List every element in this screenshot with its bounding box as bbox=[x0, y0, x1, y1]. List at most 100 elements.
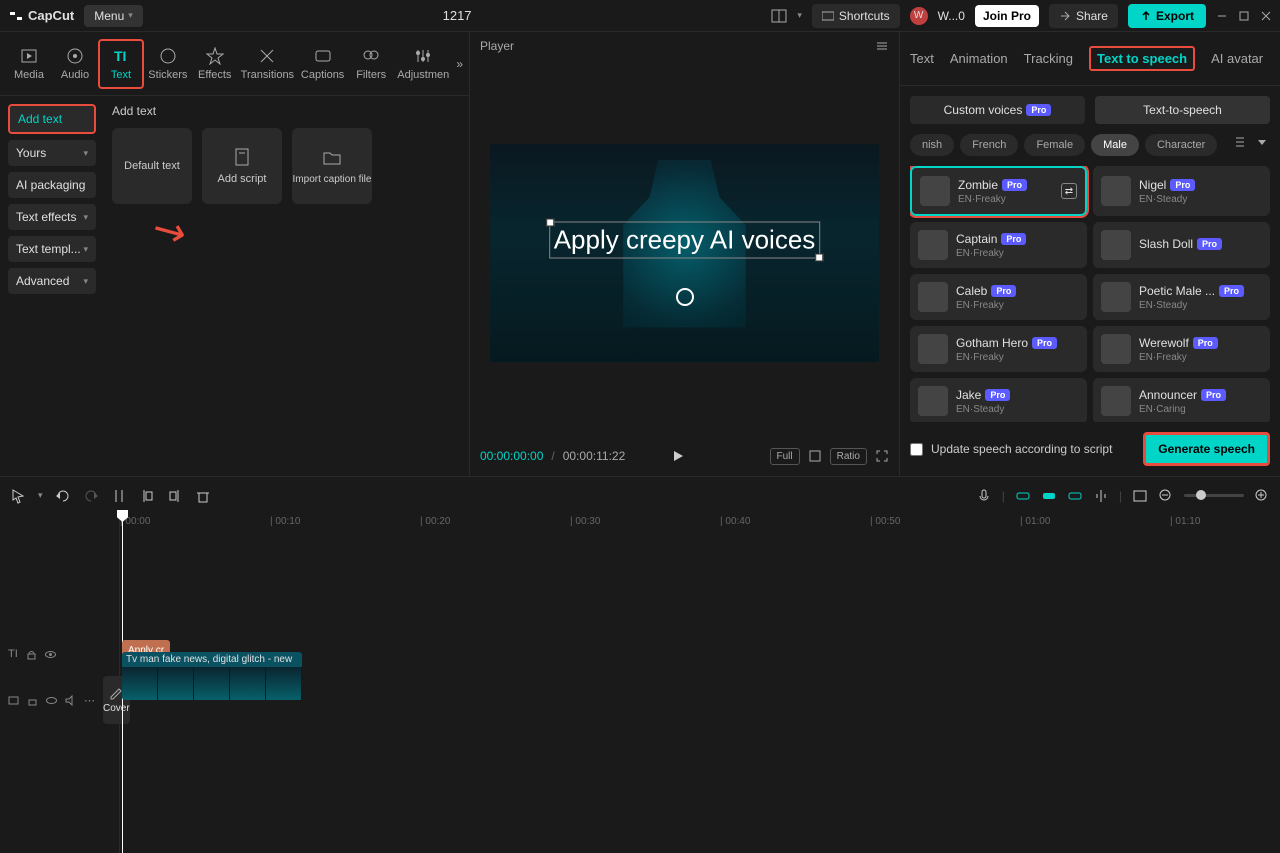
lock-icon[interactable] bbox=[27, 695, 38, 706]
tool-media[interactable]: Media bbox=[6, 41, 52, 87]
menu-button[interactable]: Menu▾ bbox=[84, 5, 143, 27]
video-preview[interactable]: Apply creepy AI voices bbox=[490, 144, 879, 363]
tab-tracking[interactable]: Tracking bbox=[1024, 51, 1073, 66]
text-overlay[interactable]: Apply creepy AI voices bbox=[549, 221, 821, 258]
timeline-ruler[interactable]: | 00:00| 00:10| 00:20| 00:30| 00:40| 00:… bbox=[120, 514, 1280, 534]
tool-filters[interactable]: Filters bbox=[348, 41, 394, 87]
ratio-button[interactable]: Ratio bbox=[830, 448, 867, 465]
voice-card-gothamhero[interactable]: Gotham HeroProEN·Freaky bbox=[910, 326, 1087, 372]
subtab-custom-voices[interactable]: Custom voicesPro bbox=[910, 96, 1085, 124]
fullscreen-icon[interactable] bbox=[875, 449, 889, 463]
zoom-out-icon[interactable] bbox=[1158, 488, 1174, 504]
player-menu-icon[interactable] bbox=[875, 39, 889, 53]
voice-avatar bbox=[1101, 386, 1131, 416]
user-avatar[interactable]: W bbox=[910, 7, 928, 25]
right-panel: Text Animation Tracking Text to speech A… bbox=[900, 32, 1280, 476]
join-pro-button[interactable]: Join Pro bbox=[975, 5, 1039, 27]
track-more-icon[interactable]: ⋯ bbox=[84, 694, 95, 707]
magnet-1-icon[interactable] bbox=[1015, 488, 1031, 504]
subtab-tts[interactable]: Text-to-speech bbox=[1095, 96, 1270, 124]
sidebar-text-effects[interactable]: Text effects▾ bbox=[8, 204, 96, 230]
share-button[interactable]: Share bbox=[1049, 4, 1118, 28]
trim-left-icon[interactable] bbox=[139, 488, 155, 504]
tab-text-to-speech[interactable]: Text to speech bbox=[1089, 46, 1195, 71]
voice-card-nigel[interactable]: NigelProEN·Steady bbox=[1093, 166, 1270, 216]
sidebar-advanced[interactable]: Advanced▾ bbox=[8, 268, 96, 294]
eye-icon[interactable] bbox=[46, 695, 57, 706]
redo-icon[interactable] bbox=[83, 488, 99, 504]
tool-text[interactable]: TIText bbox=[98, 39, 144, 89]
video-track-controls: ⋯ bbox=[8, 688, 95, 712]
voice-settings-icon[interactable]: ⇄ bbox=[1061, 183, 1077, 199]
shortcuts-button[interactable]: Shortcuts bbox=[812, 4, 900, 28]
filter-male[interactable]: Male bbox=[1091, 134, 1139, 156]
trim-right-icon[interactable] bbox=[167, 488, 183, 504]
toolbar-more-icon[interactable]: » bbox=[456, 57, 463, 71]
lock-icon[interactable] bbox=[26, 649, 37, 660]
preview-icon[interactable] bbox=[1132, 488, 1148, 504]
logo: CapCut bbox=[8, 8, 74, 24]
undo-icon[interactable] bbox=[55, 488, 71, 504]
filter-settings-icon[interactable] bbox=[1232, 134, 1248, 150]
play-icon[interactable] bbox=[671, 449, 685, 463]
filter-french[interactable]: French bbox=[960, 134, 1018, 156]
zoom-in-icon[interactable] bbox=[1254, 488, 1270, 504]
voice-card-caleb[interactable]: CalebProEN·Freaky bbox=[910, 274, 1087, 320]
filter-more-icon[interactable] bbox=[1254, 134, 1270, 150]
import-caption-card[interactable]: Import caption file bbox=[292, 128, 372, 204]
text-track-controls: TI bbox=[8, 642, 111, 666]
sidebar-add-text[interactable]: Add text bbox=[8, 104, 96, 134]
tab-text[interactable]: Text bbox=[910, 51, 934, 66]
voice-card-captain[interactable]: CaptainProEN·Freaky bbox=[910, 222, 1087, 268]
voice-card-slashdoll[interactable]: Slash DollPro bbox=[1093, 222, 1270, 268]
cursor-icon[interactable] bbox=[10, 488, 26, 504]
snap-icon[interactable] bbox=[1093, 488, 1109, 504]
export-button[interactable]: Export bbox=[1128, 4, 1206, 28]
sidebar-text-templates[interactable]: Text templ...▾ bbox=[8, 236, 96, 262]
timeline-tracks[interactable]: | 00:00| 00:10| 00:20| 00:30| 00:40| 00:… bbox=[120, 514, 1280, 853]
ruler-tick: | 01:00 bbox=[1020, 516, 1050, 527]
tool-transitions[interactable]: Transitions bbox=[238, 41, 297, 87]
tool-captions[interactable]: Captions bbox=[297, 41, 348, 87]
tool-stickers[interactable]: Stickers bbox=[144, 41, 192, 87]
sidebar-ai-packaging[interactable]: AI packaging bbox=[8, 172, 96, 198]
voice-card-announcer[interactable]: AnnouncerProEN·Caring bbox=[1093, 378, 1270, 422]
delete-icon[interactable] bbox=[195, 488, 211, 504]
update-speech-checkbox[interactable] bbox=[910, 443, 923, 456]
close-icon[interactable] bbox=[1260, 10, 1272, 22]
voice-card-zombie[interactable]: ZombieProEN·Freaky⇄ bbox=[910, 166, 1087, 216]
tool-audio[interactable]: Audio bbox=[52, 41, 98, 87]
zoom-slider[interactable] bbox=[1184, 494, 1244, 497]
maximize-icon[interactable] bbox=[1238, 10, 1250, 22]
add-script-card[interactable]: Add script bbox=[202, 128, 282, 204]
user-name: W...0 bbox=[938, 9, 965, 23]
crop-icon[interactable] bbox=[808, 449, 822, 463]
text-track-icon: TI bbox=[8, 648, 18, 660]
voice-card-werewolf[interactable]: WerewolfProEN·Freaky bbox=[1093, 326, 1270, 372]
filter-character[interactable]: Character bbox=[1145, 134, 1217, 156]
layout-icon[interactable] bbox=[771, 8, 787, 24]
filter-lang[interactable]: nish bbox=[910, 134, 954, 156]
default-text-card[interactable]: Default text bbox=[112, 128, 192, 204]
video-track-row: Tv man fake news, digital glitch - new bbox=[122, 664, 302, 688]
magnet-2-icon[interactable] bbox=[1041, 488, 1057, 504]
magnet-3-icon[interactable] bbox=[1067, 488, 1083, 504]
tool-effects[interactable]: Effects bbox=[192, 41, 238, 87]
cursor-dropdown-icon[interactable]: ▾ bbox=[38, 490, 43, 501]
eye-icon[interactable] bbox=[45, 649, 56, 660]
generate-speech-button[interactable]: Generate speech bbox=[1143, 432, 1270, 466]
split-icon[interactable] bbox=[111, 488, 127, 504]
filter-female[interactable]: Female bbox=[1024, 134, 1085, 156]
tab-animation[interactable]: Animation bbox=[950, 51, 1008, 66]
full-button[interactable]: Full bbox=[770, 448, 800, 465]
rotate-handle-icon[interactable] bbox=[676, 288, 694, 306]
sidebar-yours[interactable]: Yours▾ bbox=[8, 140, 96, 166]
voice-card-jake[interactable]: JakeProEN·Steady bbox=[910, 378, 1087, 422]
mic-icon[interactable] bbox=[976, 488, 992, 504]
minimize-icon[interactable] bbox=[1216, 10, 1228, 22]
tab-ai-avatar[interactable]: AI avatar bbox=[1211, 51, 1263, 66]
speaker-icon[interactable] bbox=[65, 695, 76, 706]
video-clip[interactable]: Tv man fake news, digital glitch - new bbox=[122, 652, 302, 700]
voice-card-poeticmale[interactable]: Poetic Male ...ProEN·Steady bbox=[1093, 274, 1270, 320]
tool-adjustment[interactable]: Adjustmen bbox=[394, 41, 452, 87]
